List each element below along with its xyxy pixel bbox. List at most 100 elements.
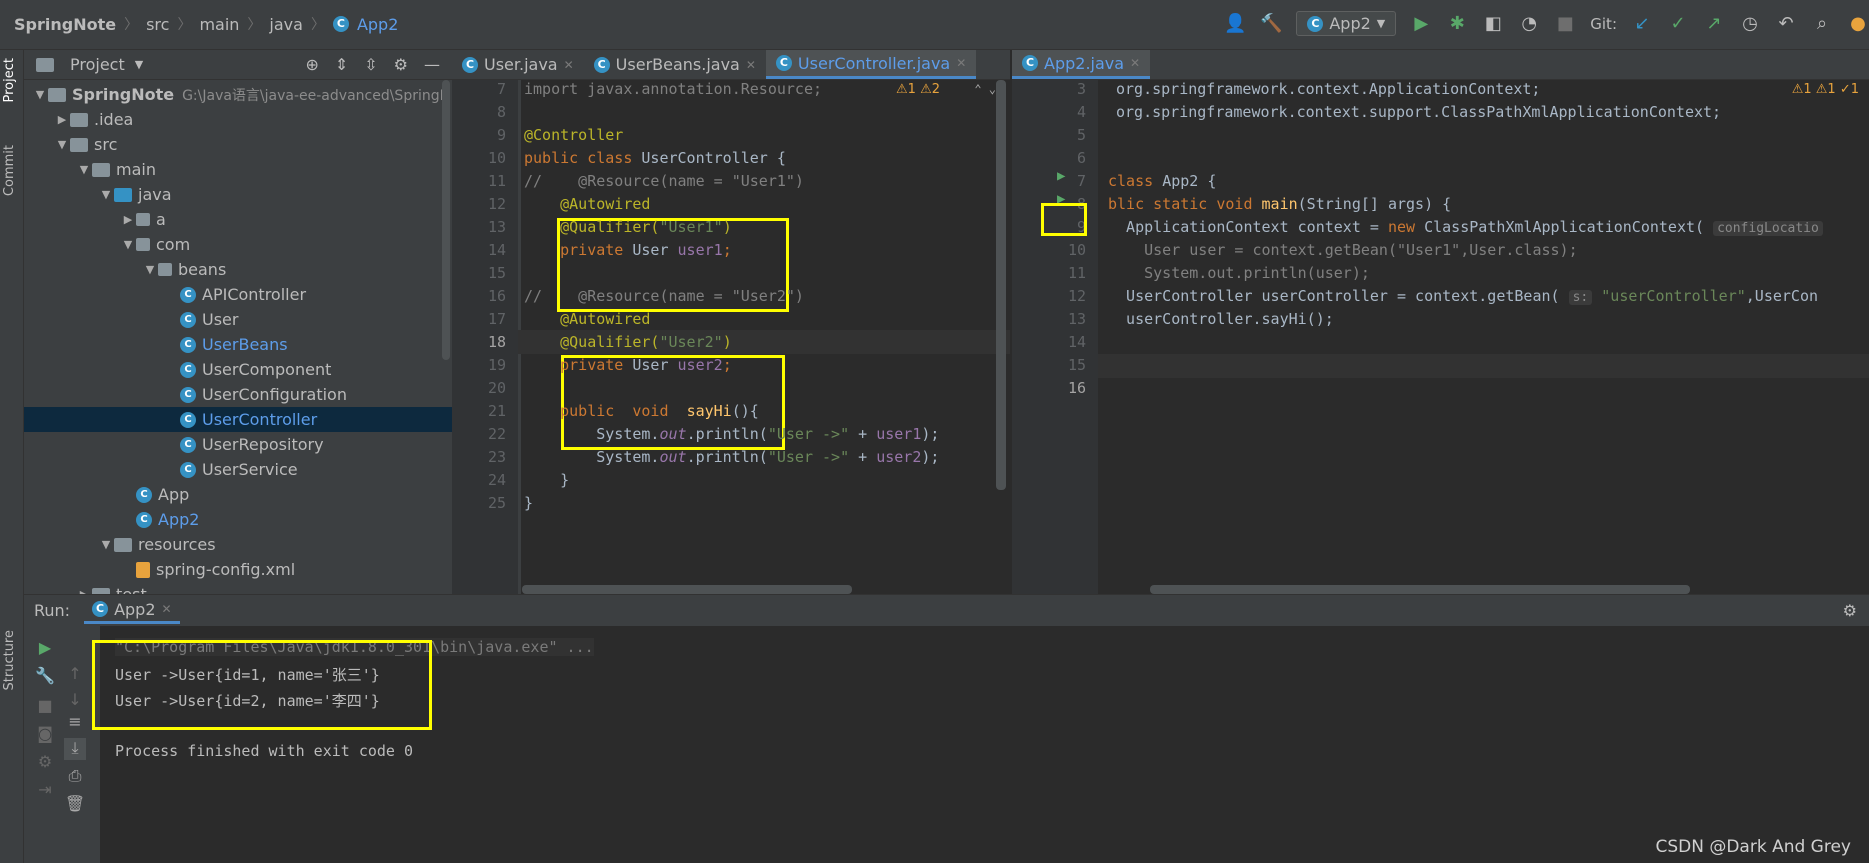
locate-target-icon[interactable]: ⊕	[305, 55, 318, 74]
chevron-down-icon[interactable]: ▼	[120, 238, 136, 251]
horizontal-scrollbar[interactable]	[522, 585, 852, 594]
tree-item[interactable]: ▶ .idea	[24, 107, 452, 132]
breadcrumb-item-main[interactable]: main	[199, 15, 239, 34]
tree-item[interactable]: C UserConfiguration	[24, 382, 452, 407]
breadcrumb-item-src[interactable]: src	[146, 15, 169, 34]
soft-wrap-icon[interactable]: ≡	[64, 712, 86, 734]
tree-item[interactable]: C APIController	[24, 282, 452, 307]
tree-item[interactable]: ▶ a	[24, 207, 452, 232]
chevron-down-icon[interactable]: ▼	[54, 138, 70, 151]
tree-item[interactable]: ▼ resources	[24, 532, 452, 557]
close-icon[interactable]: ✕	[1130, 56, 1140, 70]
project-view-selector[interactable]: Project	[70, 55, 125, 74]
code-editor-usercontroller[interactable]: 7 8 9 10 11 12 13 14 15 16 17 18 19 20 21 22 23 24 25 ⚠1 ⚠…	[452, 80, 1010, 594]
trash-icon[interactable]: 🗑	[64, 794, 86, 816]
hide-minus-icon[interactable]: —	[424, 55, 440, 74]
tool-tab-commit[interactable]: Commit	[2, 145, 17, 196]
rerun-icon[interactable]: ▶	[34, 638, 56, 660]
close-icon[interactable]: ✕	[564, 58, 574, 72]
git-update-icon[interactable]: ↙	[1631, 13, 1653, 35]
settings-icon[interactable]: ⚙	[34, 752, 56, 774]
tree-item[interactable]: ▼ SpringNote G:\Java语言\java-ee-advanced\Sp…	[24, 82, 452, 107]
tree-item[interactable]: C UserBeans	[24, 332, 452, 357]
run-icon[interactable]: ▶	[1410, 13, 1432, 35]
chevron-right-icon[interactable]: ▶	[54, 113, 70, 126]
tree-item[interactable]: C App	[24, 482, 452, 507]
code-editor-app2[interactable]: 3 4 5 6 7 8 9 10 11 12 13 14 15 16 ▶ ▶ ⚠1 ⚠1 ✓1 org.s…	[1012, 80, 1869, 594]
tree-item[interactable]: spring-config.xml	[24, 557, 452, 582]
stop-icon[interactable]: ■	[1554, 13, 1576, 35]
wrench-icon[interactable]: 🔧	[34, 666, 56, 688]
print-icon[interactable]: ⎙	[64, 766, 86, 788]
vertical-scrollbar[interactable]	[442, 80, 450, 360]
down-arrow-icon[interactable]: ↓	[64, 690, 86, 712]
breadcrumb-item-project[interactable]: SpringNote	[14, 15, 116, 34]
editor-tab[interactable]: C UserController.java ✕	[765, 50, 977, 79]
run-console-output[interactable]: "C:\Program Files\Java\jdk1.8.0_301\bin\…	[92, 626, 1869, 863]
exit-icon[interactable]: ⇥	[34, 780, 56, 802]
tool-tab-project[interactable]: Project	[2, 58, 17, 102]
run-gutter-class-icon[interactable]: ▶	[1057, 168, 1065, 184]
editor-tab[interactable]: C App2.java ✕	[1012, 50, 1151, 79]
breadcrumb-item-current[interactable]: App2	[357, 15, 398, 34]
code-token: ;	[722, 356, 732, 374]
project-panel-header: Project ▼ ⊕ ⇕ ⇳ ⚙ —	[24, 50, 452, 80]
tree-item[interactable]: C UserController	[24, 407, 452, 432]
git-commit-check-icon[interactable]: ✓	[1667, 13, 1689, 35]
tree-item[interactable]: C UserService	[24, 457, 452, 482]
collapse-all-icon[interactable]: ⇳	[364, 55, 377, 74]
chevron-up-down-icon[interactable]: ⌃ ⌄	[974, 82, 996, 96]
chevron-right-icon[interactable]: ▶	[120, 213, 136, 226]
breadcrumb: SpringNote 〉 src 〉 main 〉 java 〉 C App2	[14, 14, 398, 34]
tree-item[interactable]: ▼ com	[24, 232, 452, 257]
inspection-widget[interactable]: ⚠1 ⚠2	[896, 82, 940, 97]
rollback-icon[interactable]: ↶	[1775, 13, 1797, 35]
tree-item[interactable]: C App2	[24, 507, 452, 532]
scroll-to-end-icon[interactable]: ⤓	[64, 738, 86, 760]
stop-icon[interactable]: ■	[34, 696, 56, 718]
tree-item[interactable]: ▶test	[24, 582, 452, 594]
updates-icon[interactable]: ●	[1847, 13, 1869, 35]
chevron-down-icon[interactable]: ▼	[135, 58, 143, 71]
horizontal-scrollbar[interactable]	[1150, 585, 1690, 594]
chevron-down-icon[interactable]: ▼	[98, 188, 114, 201]
build-hammer-icon[interactable]: 🔨	[1260, 13, 1282, 35]
inspection-widget[interactable]: ⚠1 ⚠1 ✓1	[1791, 82, 1859, 97]
tree-item[interactable]: ▼ src	[24, 132, 452, 157]
run-configuration-select[interactable]: C App2 ▼	[1296, 11, 1397, 36]
editor-tab[interactable]: C UserBeans.java ✕	[584, 50, 766, 79]
gear-icon[interactable]: ⚙	[1843, 601, 1869, 620]
tree-item-label: UserConfiguration	[202, 385, 347, 404]
tree-item[interactable]: C UserRepository	[24, 432, 452, 457]
tree-item[interactable]: ▼ beans	[24, 257, 452, 282]
close-icon[interactable]: ✕	[956, 56, 966, 70]
close-icon[interactable]: ✕	[162, 602, 172, 616]
tool-tab-structure[interactable]: Structure	[2, 630, 17, 690]
editor-tab[interactable]: C User.java ✕	[452, 50, 584, 79]
chevron-down-icon[interactable]: ▼	[76, 163, 92, 176]
breadcrumb-item-java[interactable]: java	[269, 15, 303, 34]
history-clock-icon[interactable]: ◷	[1739, 13, 1761, 35]
tree-item[interactable]: ▼ java	[24, 182, 452, 207]
git-push-icon[interactable]: ↗	[1703, 13, 1725, 35]
tree-item[interactable]: ▼ main	[24, 157, 452, 182]
chevron-down-icon[interactable]: ▼	[32, 88, 48, 101]
chevron-down-icon[interactable]: ▼	[142, 263, 158, 276]
gear-icon[interactable]: ⚙	[394, 55, 408, 74]
close-icon[interactable]: ✕	[746, 58, 756, 72]
vertical-scrollbar[interactable]	[996, 80, 1006, 490]
chevron-down-icon[interactable]: ▼	[98, 538, 114, 551]
debug-bug-icon[interactable]: ✱	[1446, 13, 1468, 35]
tree-item[interactable]: C UserComponent	[24, 357, 452, 382]
search-icon[interactable]: ⌕	[1811, 13, 1833, 35]
chevron-right-icon: 〉	[177, 17, 192, 33]
run-tab-app2[interactable]: C App2 ✕	[84, 598, 180, 624]
up-arrow-icon[interactable]: ↑	[64, 664, 86, 686]
profile-icon[interactable]: ◔	[1518, 13, 1540, 35]
expand-all-icon[interactable]: ⇕	[335, 55, 348, 74]
user-icon[interactable]: 👤	[1224, 13, 1246, 35]
code-token: user2	[876, 448, 922, 466]
coverage-icon[interactable]: ◧	[1482, 13, 1504, 35]
tree-item[interactable]: C User	[24, 307, 452, 332]
camera-icon[interactable]: ◙	[34, 724, 56, 746]
